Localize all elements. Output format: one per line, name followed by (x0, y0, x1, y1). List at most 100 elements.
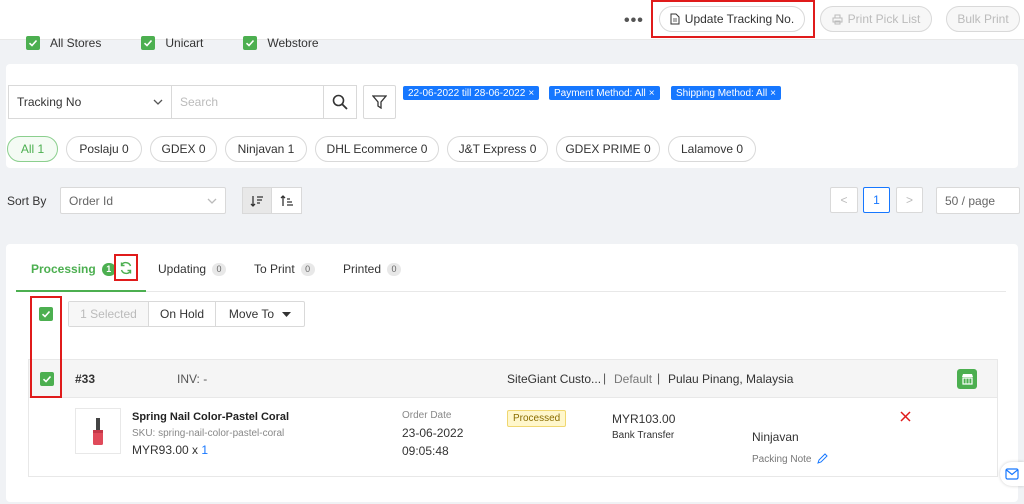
status-badge: Processed (507, 410, 567, 427)
top-bar: All Stores Unicart Webstore ••• Update T… (0, 0, 1024, 50)
header-separator: | (657, 371, 661, 385)
chevron-down-icon (207, 198, 217, 204)
courier-filter-jnt[interactable]: J&T Express 0 (447, 136, 548, 162)
checkbox-icon[interactable] (141, 36, 156, 50)
packing-note-label: Packing Note (752, 454, 812, 465)
printer-icon (832, 14, 843, 24)
store-label: Webstore (267, 36, 319, 50)
selected-count: 1 Selected (69, 302, 149, 326)
tab-updating[interactable]: Updating 0 (158, 262, 227, 276)
next-page-button[interactable]: > (896, 187, 923, 213)
tag-label: Payment Method: All (554, 87, 646, 99)
tab-printed[interactable]: Printed 0 (343, 262, 402, 276)
search-icon (332, 94, 348, 110)
header-separator: | (603, 371, 607, 385)
edit-icon[interactable] (817, 453, 828, 464)
store-webstore[interactable]: Webstore (243, 36, 319, 50)
prev-page-button[interactable]: < (830, 187, 858, 213)
current-page[interactable]: 1 (863, 187, 890, 213)
tab-label: Printed (343, 262, 382, 276)
order-card: #33 INV: - SiteGiant Custo... | Default … (28, 359, 998, 477)
store-type: Default (614, 372, 653, 386)
message-button[interactable] (1000, 462, 1024, 486)
store-unicart[interactable]: Unicart (141, 36, 203, 50)
store-filter: All Stores Unicart Webstore (26, 36, 319, 50)
order-time: 09:05:48 (402, 444, 449, 458)
sort-ascending-icon (280, 194, 293, 206)
courier-filter-gdex[interactable]: GDEX 0 (150, 136, 217, 162)
courier-filter-dhl[interactable]: DHL Ecommerce 0 (315, 136, 439, 162)
search-input[interactable]: Search (171, 85, 324, 119)
page-size-value: 50 / page (945, 193, 996, 208)
bulk-print-label: Bulk Print (957, 12, 1009, 26)
sort-select[interactable]: Order Id (60, 187, 226, 214)
tab-count-badge: 0 (387, 262, 402, 276)
status-tabs: Processing 1 Updating 0 To Print 0 Print… (16, 254, 1006, 292)
bulk-actions: 1 Selected On Hold Move To (68, 301, 305, 327)
orders-panel: Processing 1 Updating 0 To Print 0 Print… (6, 244, 1018, 502)
unit-price: MYR93.00 x (132, 443, 202, 457)
checkbox-icon[interactable] (243, 36, 258, 50)
sort-descending-button[interactable] (242, 187, 272, 214)
search-button[interactable] (323, 85, 357, 119)
product-image[interactable] (75, 408, 121, 454)
bulk-print-button[interactable]: Bulk Print (946, 6, 1020, 32)
close-icon[interactable]: × (528, 88, 534, 99)
close-icon[interactable] (900, 411, 911, 422)
tab-count-badge: 0 (300, 262, 315, 276)
filter-button[interactable] (363, 85, 396, 119)
date-range-tag[interactable]: 22-06-2022 till 28-06-2022 × (403, 86, 540, 100)
sort-ascending-button[interactable] (271, 187, 302, 214)
search-field-value: Tracking No (17, 95, 82, 109)
store-all[interactable]: All Stores (26, 36, 101, 50)
tab-label: Updating (158, 262, 207, 276)
courier-filter-lalamove[interactable]: Lalamove 0 (668, 136, 756, 162)
close-icon[interactable]: × (649, 88, 655, 99)
sort-value: Order Id (69, 193, 114, 208)
tab-count-badge: 0 (212, 262, 227, 276)
close-icon[interactable]: × (770, 88, 776, 99)
mail-icon (1005, 468, 1019, 480)
page-size-select[interactable]: 50 / page (936, 187, 1020, 214)
move-to-dropdown[interactable]: Move To (216, 302, 304, 326)
order-date-label: Order Date (402, 410, 452, 421)
search-field-select[interactable]: Tracking No (8, 85, 172, 119)
tab-label: To Print (254, 262, 295, 276)
search-placeholder: Search (180, 95, 219, 109)
tab-processing[interactable]: Processing 1 (31, 262, 116, 276)
highlight-box (30, 296, 62, 398)
store-icon[interactable] (957, 369, 977, 389)
store-label: All Stores (50, 36, 102, 50)
courier-filter-gdex-prime[interactable]: GDEX PRIME 0 (556, 136, 660, 162)
product-sku: SKU: spring-nail-color-pastel-coral (132, 428, 285, 439)
tab-to-print[interactable]: To Print 0 (254, 262, 315, 276)
courier-filter-poslaju[interactable]: Poslaju 0 (66, 136, 142, 162)
product-name[interactable]: Spring Nail Color-Pastel Coral (132, 411, 289, 423)
order-id[interactable]: #33 (75, 372, 95, 386)
tag-label: 22-06-2022 till 28-06-2022 (408, 87, 526, 99)
active-tab-indicator (16, 290, 146, 292)
chevron-down-icon (153, 99, 163, 105)
tag-label: Shipping Method: All (676, 87, 768, 99)
print-pick-list-label: Print Pick List (847, 12, 921, 26)
filter-icon (372, 95, 387, 109)
caret-down-icon (282, 311, 292, 317)
checkbox-icon[interactable] (26, 36, 40, 50)
sort-by-label: Sort By (7, 194, 47, 208)
customer-name[interactable]: SiteGiant Custo... (507, 372, 601, 386)
highlight-box (651, 0, 815, 38)
more-options-button[interactable]: ••• (624, 12, 644, 30)
order-total: MYR103.00 (612, 412, 676, 426)
shipping-location: Pulau Pinang, Malaysia (668, 372, 794, 386)
order-date: 23-06-2022 (402, 426, 464, 440)
quantity: 1 (201, 443, 209, 457)
invoice-number: INV: - (177, 372, 208, 386)
on-hold-button[interactable]: On Hold (149, 302, 216, 326)
shipping-method-tag[interactable]: Shipping Method: All × (671, 86, 782, 100)
payment-method-tag[interactable]: Payment Method: All × (549, 86, 660, 100)
courier-filter-ninjavan[interactable]: Ninjavan 1 (225, 136, 307, 162)
assigned-courier: Ninjavan (752, 430, 799, 444)
price-quantity: MYR93.00 x 1 (132, 443, 208, 457)
courier-filter-all[interactable]: All 1 (7, 136, 58, 162)
print-pick-list-button[interactable]: Print Pick List (820, 6, 932, 32)
